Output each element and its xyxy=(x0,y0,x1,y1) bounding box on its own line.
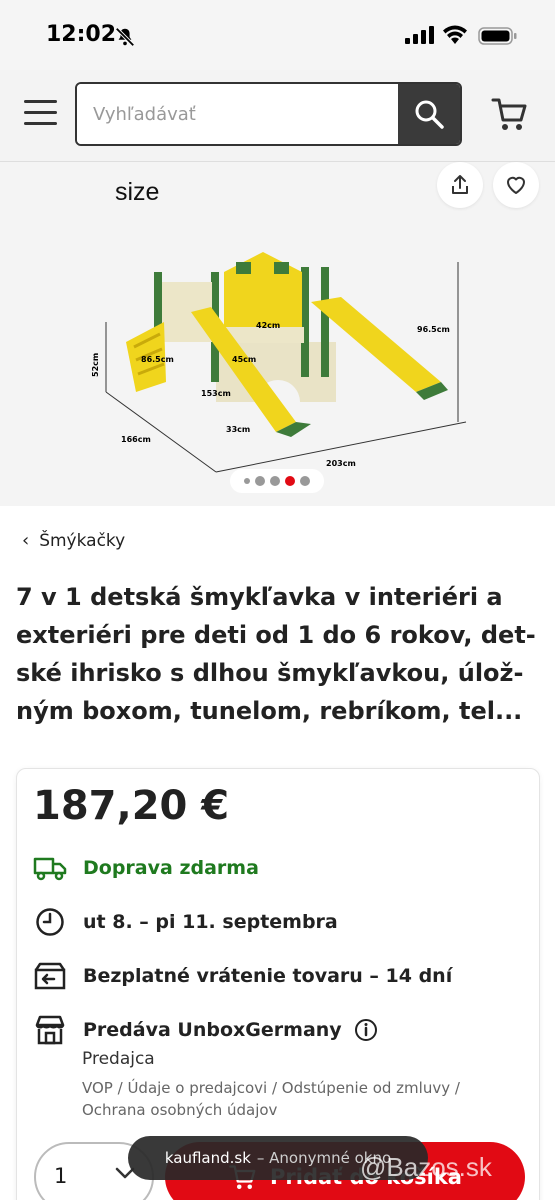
dim-label: 203cm xyxy=(326,459,356,468)
wifi-icon xyxy=(443,25,467,44)
menu-button[interactable] xyxy=(24,100,58,128)
product-title: 7 v 1 detská šmykľavka v interiéri a ext… xyxy=(16,583,536,725)
dim-label: 86.5cm xyxy=(141,355,174,364)
breadcrumb[interactable]: ‹ Šmýkačky xyxy=(22,530,125,551)
product-content: ‹ Šmýkačky 7 v 1 detská šmykľavka v inte… xyxy=(0,506,555,1200)
price: 187,20 € xyxy=(33,783,230,829)
search-icon xyxy=(415,100,444,129)
return-box-icon xyxy=(33,959,67,993)
dim-label: 96.5cm xyxy=(417,325,450,334)
url-domain: kaufland.sk xyxy=(164,1149,251,1167)
product-gallery[interactable]: size 42cm 96.5cm 86.5cm 45cm 52cm 153cm … xyxy=(0,162,555,506)
battery-icon xyxy=(478,27,517,45)
gallery-dot[interactable] xyxy=(244,478,250,484)
cart-icon xyxy=(491,98,527,130)
delivery-row: ut 8. – pi 11. septembra xyxy=(33,905,338,939)
watermark: @Bazos.sk xyxy=(360,1152,492,1182)
favorite-button[interactable] xyxy=(493,162,539,208)
truck-icon xyxy=(33,851,67,885)
seller-text: Predáva UnboxGermany xyxy=(83,1019,342,1041)
search-box xyxy=(75,82,462,146)
gallery-dot[interactable] xyxy=(255,476,265,486)
menu-bar xyxy=(24,122,57,125)
share-icon xyxy=(452,175,468,194)
chevron-left-icon: ‹ xyxy=(22,530,30,551)
returns-text: Bezplatné vrátenie tovaru – 14 dní xyxy=(83,965,453,987)
seller-links[interactable]: VOP / Údaje o predajcovi / Odstúpenie od… xyxy=(82,1077,522,1121)
seller-row: Predáva UnboxGermany xyxy=(33,1013,378,1047)
dim-label: 153cm xyxy=(201,389,231,398)
dim-label: 166cm xyxy=(121,435,151,444)
menu-bar xyxy=(24,111,57,114)
search-button[interactable] xyxy=(398,84,460,144)
dim-label: 45cm xyxy=(232,355,256,364)
menu-bar xyxy=(24,100,57,103)
heart-icon xyxy=(507,176,525,194)
status-time: 12:02 xyxy=(46,22,117,47)
store-icon xyxy=(33,1013,67,1047)
gallery-dot-active[interactable] xyxy=(285,476,295,486)
gallery-dot[interactable] xyxy=(300,476,310,486)
image-caption: size xyxy=(115,178,160,206)
seller-role: Predajca xyxy=(82,1049,155,1069)
dim-label: 42cm xyxy=(256,321,280,330)
cart-button[interactable] xyxy=(490,94,530,134)
returns-row: Bezplatné vrátenie tovaru – 14 dní xyxy=(33,959,452,993)
gallery-pagination xyxy=(230,469,324,493)
delivery-text: ut 8. – pi 11. septembra xyxy=(83,911,338,933)
bell-off-icon xyxy=(115,27,135,47)
signal-icon xyxy=(405,26,434,44)
breadcrumb-label: Šmýkačky xyxy=(39,530,126,551)
share-button[interactable] xyxy=(437,162,483,208)
search-input[interactable] xyxy=(77,84,399,144)
product-image: 42cm 96.5cm 86.5cm 45cm 52cm 153cm 33cm … xyxy=(91,252,467,473)
status-bar: 12:02 xyxy=(0,0,555,70)
header xyxy=(0,70,555,162)
shipping-text: Doprava zdarma xyxy=(83,857,259,879)
shipping-row: Doprava zdarma xyxy=(33,851,259,885)
clock-icon xyxy=(33,905,67,939)
quantity-value: 1 xyxy=(54,1164,68,1188)
dim-label: 52cm xyxy=(91,353,100,377)
dim-label: 33cm xyxy=(226,425,250,434)
gallery-dot[interactable] xyxy=(270,476,280,486)
info-icon[interactable] xyxy=(354,1018,378,1042)
